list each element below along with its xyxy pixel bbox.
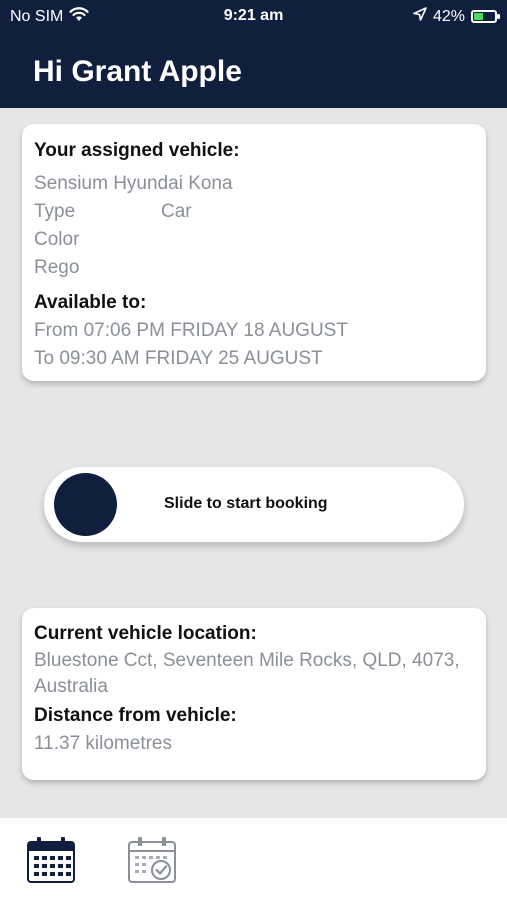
greeting-title: Hi Grant Apple — [33, 55, 242, 88]
distance-value: 11.37 kilometres — [34, 733, 172, 754]
calendar-icon[interactable] — [26, 836, 76, 884]
vehicle-color-label: Color — [34, 229, 80, 250]
battery-icon — [471, 10, 500, 23]
location-arrow-icon — [413, 7, 427, 26]
vehicle-type-value: Car — [161, 201, 192, 222]
vehicle-type-label: Type — [34, 201, 76, 222]
vehicle-rego-label: Rego — [34, 257, 80, 278]
status-right: 42% — [413, 7, 500, 26]
start-booking-slider[interactable]: Slide to start booking — [44, 467, 464, 542]
vehicle-type-row: Type Car — [34, 198, 474, 226]
vehicle-name: Sensium Hyundai Kona — [34, 173, 233, 194]
battery-percent: 42% — [432, 7, 465, 25]
available-from: From 07:06 PM FRIDAY 18 AUGUST — [34, 320, 348, 341]
location-heading: Current vehicle location: — [34, 623, 257, 644]
top-bar: No SIM 9:21 am 42% Hi Grant Apple — [0, 0, 507, 108]
slider-label: Slide to start booking — [164, 495, 328, 512]
status-bar: No SIM 9:21 am 42% — [0, 5, 507, 27]
assigned-vehicle-card: Your assigned vehicle: Sensium Hyundai K… — [22, 124, 486, 381]
slider-knob[interactable] — [54, 473, 117, 536]
bottom-tab-bar — [0, 818, 507, 900]
vehicle-address: Bluestone Cct, Seventeen Mile Rocks, QLD… — [34, 650, 460, 697]
vehicle-location-card: Current vehicle location: Bluestone Cct,… — [22, 608, 486, 780]
distance-heading: Distance from vehicle: — [34, 705, 237, 726]
available-to: To 09:30 AM FRIDAY 25 AUGUST — [34, 348, 323, 369]
assigned-vehicle-heading: Your assigned vehicle: — [34, 140, 240, 161]
calendar-check-icon[interactable] — [127, 836, 177, 884]
available-heading: Available to: — [34, 292, 147, 313]
